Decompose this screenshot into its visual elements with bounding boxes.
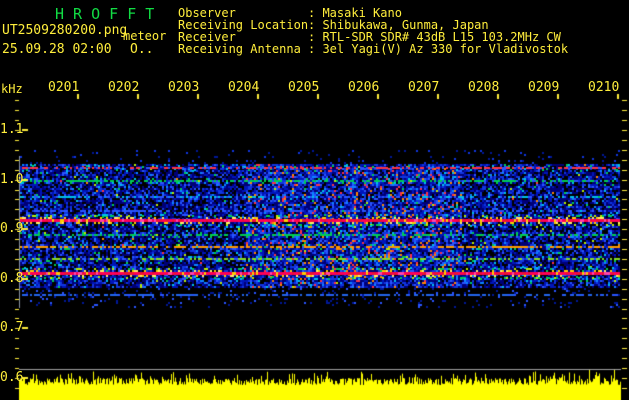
freq-axis-label: 1.1 xyxy=(0,122,24,137)
time-axis-label: 0209 xyxy=(528,80,560,95)
time-axis-label: 0207 xyxy=(408,80,440,95)
time-axis-label: 0206 xyxy=(348,80,380,95)
freq-axis-label: 1.0 xyxy=(0,172,24,187)
hrofft-output: H R O F F T UT2509280200.png meteor 25.0… xyxy=(0,0,629,400)
time-axis-label: 0208 xyxy=(468,80,500,95)
station-info: Observer: Masaki Kano Receiving Location… xyxy=(178,7,618,59)
time-axis-label: 0203 xyxy=(168,80,200,95)
time-axis-label: 0204 xyxy=(228,80,260,95)
spectrogram-canvas xyxy=(0,0,629,400)
output-filename: UT2509280200.png xyxy=(2,23,128,38)
freq-axis-label: 0.7 xyxy=(0,320,24,335)
info-separator: : xyxy=(308,42,323,56)
freq-axis-unit: kHz xyxy=(1,82,23,96)
mode-label: meteor xyxy=(123,29,167,43)
freq-axis-label: 0.8 xyxy=(0,271,24,286)
info-label: Receiving Antenna xyxy=(178,42,301,56)
time-axis-label: 0205 xyxy=(288,80,320,95)
app-title: H R O F F T xyxy=(55,5,155,23)
time-axis-label: 0201 xyxy=(48,80,80,95)
time-axis-label: 0210 xyxy=(588,80,620,95)
freq-axis-label: 0.9 xyxy=(0,221,24,236)
time-axis-label: 0202 xyxy=(108,80,140,95)
freq-axis-label: 0.6 xyxy=(0,370,24,385)
counter-label: O.. xyxy=(130,42,154,57)
info-row-antenna: Receiving Antenna: 3el Yagi(V) Az 330 fo… xyxy=(178,43,568,55)
info-value: 3el Yagi(V) Az 330 for Vladivostok xyxy=(322,42,569,56)
datetime-label: 25.09.28 02:00 xyxy=(2,42,112,57)
